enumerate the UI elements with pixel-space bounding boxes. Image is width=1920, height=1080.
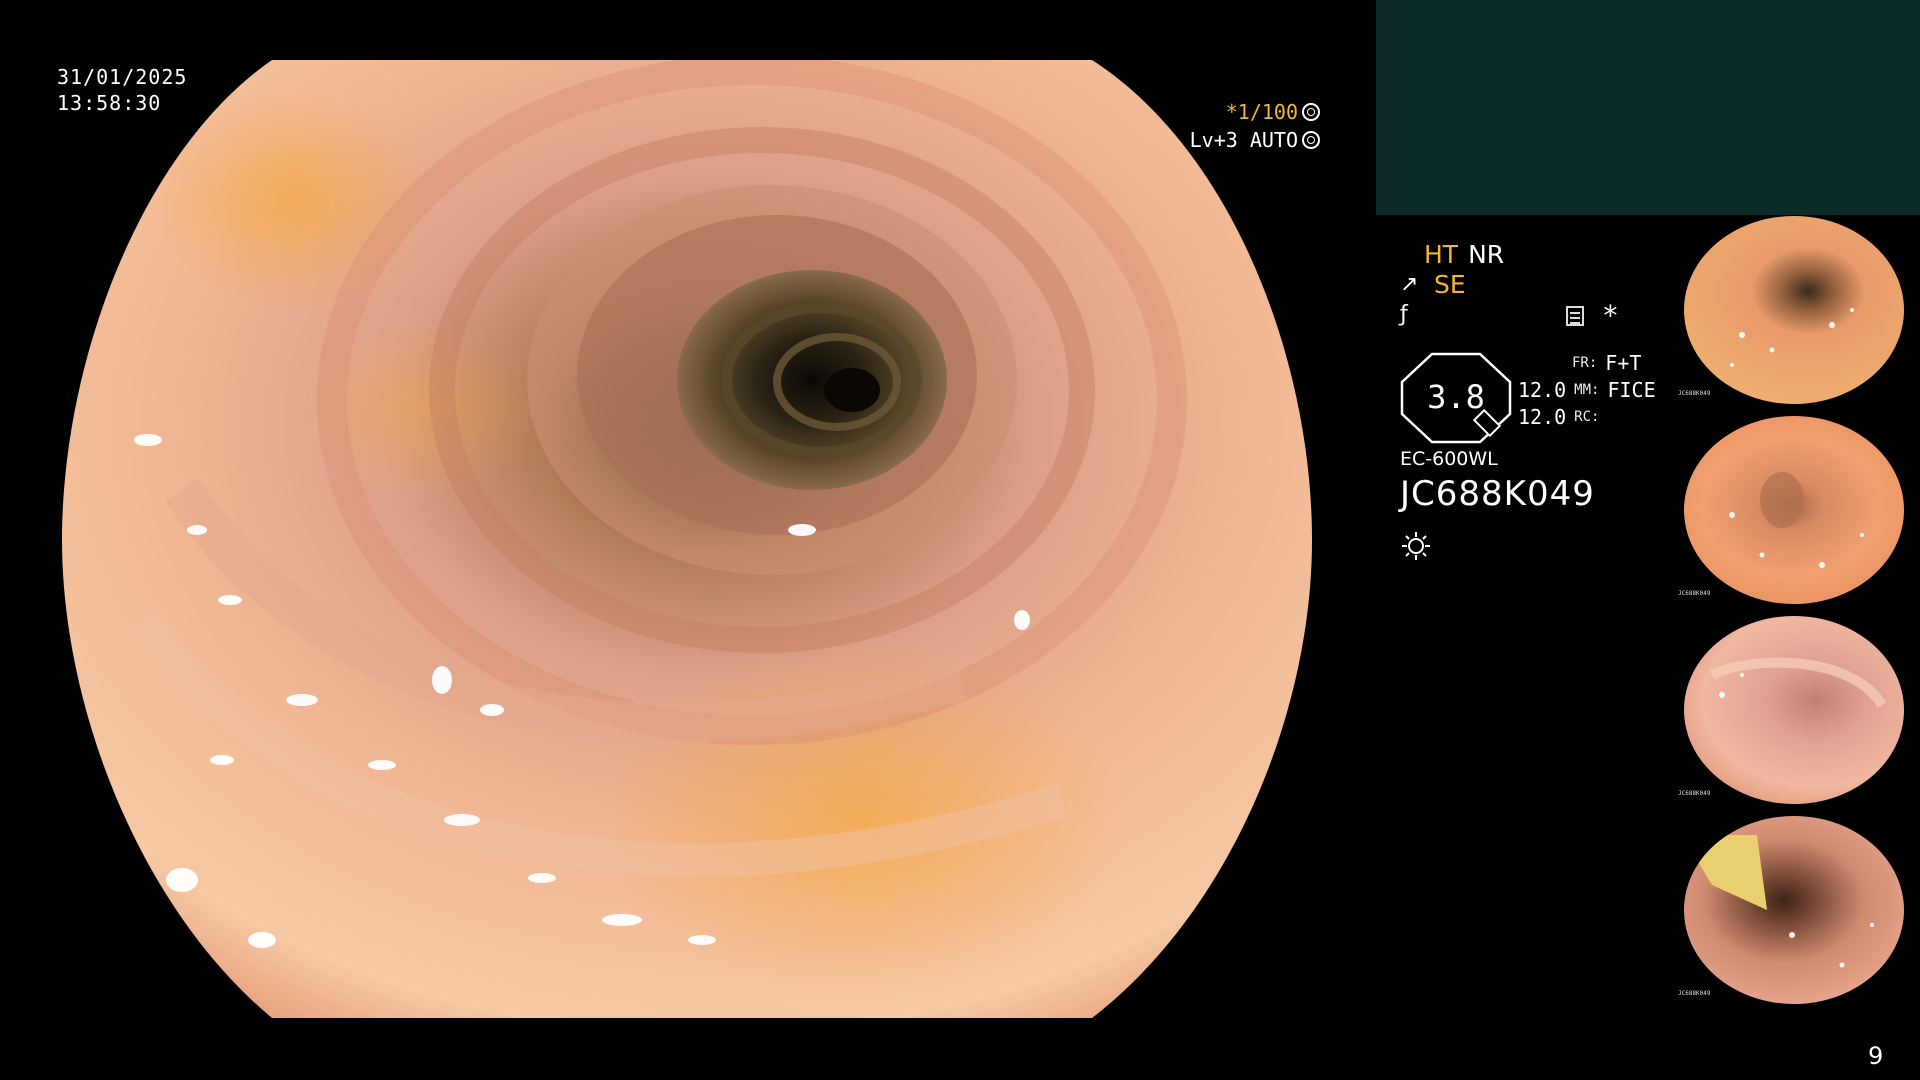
param-1-mode: F+T [1605,351,1642,375]
thumbnail-4[interactable]: JC688K049 [1672,815,1920,1005]
date-label: 31/01/2025 [57,65,188,89]
enhance-icon: ↗ [1400,272,1419,297]
param-1-label: FR: [1572,355,1598,371]
scope-model: EC-600WL [1400,448,1498,470]
freeze-icon: ƒ [1400,302,1408,327]
parameter-list: FR: F+T 12.0 MM: FICE 12.0 RC: [1518,350,1656,431]
thumbnail-1-caption: JC688K049 [1678,390,1711,397]
zoom-value: 3.8 [1427,378,1485,416]
exposure-overlay: *1/100 Lv+3 AUTO [1190,98,1320,154]
structure-enhance-row: * [1566,299,1619,332]
thumbnail-2-caption: JC688K049 [1678,590,1711,597]
asterisk-icon: * [1602,299,1619,332]
iris-icon [1302,131,1320,149]
light-source-icon [1400,530,1432,562]
thumbnail-1[interactable]: JC688K049 [1672,215,1920,405]
structure-icon [1566,306,1584,326]
flag-se: SE [1434,270,1466,299]
param-1-value: 12.0 [1518,378,1567,402]
param-2-label: MM: [1574,382,1600,398]
flag-nr: NR [1468,240,1505,269]
param-2-value: 12.0 [1518,405,1567,429]
time-label: 13:58:30 [57,91,162,115]
thumbnail-3-caption: JC688K049 [1678,790,1711,797]
thumbnail-2[interactable]: JC688K049 [1672,415,1920,605]
param-2-mode: FICE [1607,378,1656,402]
brightness-level-label: Lv+3 AUTO [1189,128,1298,152]
flag-ht: HT [1424,240,1459,269]
page-number: 9 [1868,1042,1884,1070]
thumbnail-4-caption: JC688K049 [1678,990,1711,997]
settings-panel: HT NR ↗ SE ƒ [1400,240,1700,330]
thumbnail-3[interactable]: JC688K049 [1672,615,1920,805]
shutter-speed-label: *1/100 [1225,100,1298,124]
zoom-indicator: 3.8 [1400,352,1512,444]
scope-serial: JC688K049 [1400,474,1595,514]
shutter-icon [1302,103,1320,121]
endoscopic-view [62,60,1312,1018]
datetime-overlay: 31/01/2025 13:58:30 [57,64,187,116]
param-3-label: RC: [1574,409,1600,425]
top-info-panel [1376,0,1920,215]
